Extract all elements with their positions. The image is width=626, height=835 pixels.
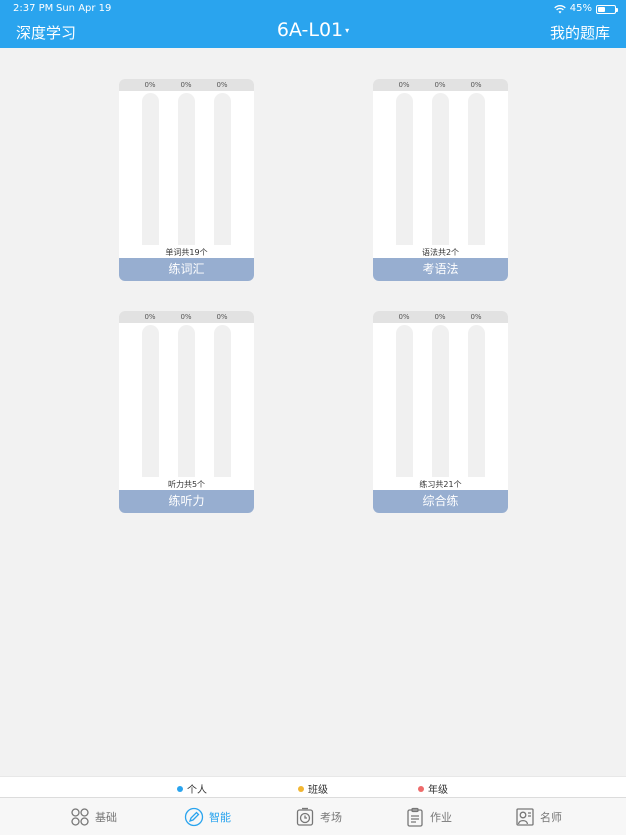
lesson-selector[interactable]: 6A-L01 ▾ (0, 19, 626, 41)
legend-item-grade: 年级 (418, 781, 448, 796)
clipboard-icon (407, 807, 423, 827)
legend-dot (298, 785, 304, 792)
my-question-bank-link[interactable]: 我的题库 (550, 22, 610, 43)
grid-icon (71, 808, 89, 826)
bar-percent: 0% (470, 81, 482, 89)
progress-track (468, 325, 485, 477)
item-count: 练习共21个 (419, 480, 462, 489)
tab-basics[interactable]: 基础 (70, 805, 117, 829)
battery-percent: 45% (569, 3, 592, 14)
item-count: 语法共2个 (421, 248, 460, 257)
lesson-title: 6A-L01 (276, 19, 344, 41)
progress-track (214, 325, 231, 477)
battery-fill (598, 6, 606, 12)
bar-percent: 0% (180, 313, 192, 321)
teacher-icon (516, 808, 534, 826)
bar-percent: 0% (398, 313, 410, 321)
bar-percent: 0% (434, 81, 446, 89)
practice-button[interactable]: 综合练 (373, 490, 508, 513)
tab-bar: 基础 智能 考场 作业 名师 (0, 797, 626, 835)
legend-item-class: 班级 (298, 781, 328, 796)
tab-exam-room[interactable]: 考场 (295, 805, 342, 829)
progress-track (142, 325, 159, 477)
legend: 个人 班级 年级 (0, 776, 626, 797)
progress-track (468, 93, 485, 245)
tab-teachers[interactable]: 名师 (515, 805, 562, 829)
card-percent-row: 0% 0% 0% (119, 79, 254, 91)
practice-card: 0% 0% 0% 听力共5个 练听力 (119, 311, 254, 513)
progress-track (178, 325, 195, 477)
card-percent-row: 0% 0% 0% (373, 311, 508, 323)
progress-track (432, 93, 449, 245)
caret-down-icon: ▾ (345, 26, 350, 35)
progress-track (396, 325, 413, 477)
status-bar: 2:37 PM Sun Apr 19 45% (0, 0, 626, 18)
card-percent-row: 0% 0% 0% (373, 79, 508, 91)
legend-dot (418, 785, 424, 792)
tab-smart[interactable]: 智能 (184, 805, 231, 829)
bar-percent: 0% (144, 313, 156, 321)
item-count: 听力共5个 (167, 480, 206, 489)
progress-track (396, 93, 413, 245)
bar-percent: 0% (216, 81, 228, 89)
bar-percent: 0% (434, 313, 446, 321)
practice-card: 0% 0% 0% 单词共19个 练词汇 (119, 79, 254, 281)
bar-percent: 0% (398, 81, 410, 89)
card-percent-row: 0% 0% 0% (119, 311, 254, 323)
practice-card: 0% 0% 0% 练习共21个 综合练 (373, 311, 508, 513)
wifi-icon (554, 4, 566, 14)
practice-button[interactable]: 练词汇 (119, 258, 254, 281)
clock-icon (296, 807, 314, 826)
practice-button[interactable]: 考语法 (373, 258, 508, 281)
pencil-circle-icon (184, 807, 204, 827)
progress-track (432, 325, 449, 477)
tab-homework[interactable]: 作业 (405, 805, 452, 829)
progress-track (142, 93, 159, 245)
status-right: 45% (554, 0, 618, 18)
bar-percent: 0% (216, 313, 228, 321)
progress-track (214, 93, 231, 245)
bar-percent: 0% (470, 313, 482, 321)
bar-percent: 0% (144, 81, 156, 89)
item-count: 单词共19个 (165, 248, 208, 257)
bar-percent: 0% (180, 81, 192, 89)
progress-track (178, 93, 195, 245)
practice-button[interactable]: 练听力 (119, 490, 254, 513)
status-date: Sun Apr 19 (56, 3, 112, 14)
status-time: 2:37 PM (13, 3, 54, 14)
legend-dot (177, 785, 183, 792)
legend-item-personal: 个人 (177, 781, 207, 796)
battery-icon (596, 4, 618, 14)
practice-card: 0% 0% 0% 语法共2个 考语法 (373, 79, 508, 281)
app-header: 2:37 PM Sun Apr 19 45% 深度学习 6A-L01 ▾ 我的题库 (0, 0, 626, 48)
